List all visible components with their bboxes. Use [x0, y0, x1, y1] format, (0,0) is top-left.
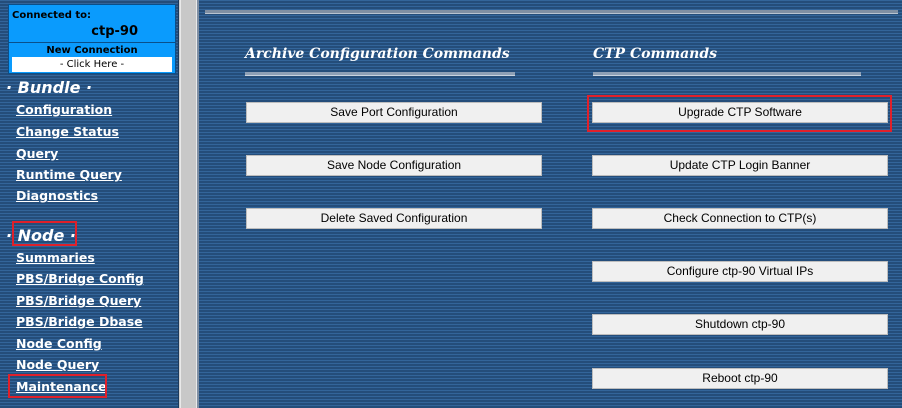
ctp-title-rule	[593, 72, 861, 76]
bundle-header: · Bundle ·	[6, 78, 93, 97]
ctp-commands-title: CTP Commands	[593, 46, 717, 62]
nav-link-pbs-bridge-query[interactable]: PBS/Bridge Query	[16, 293, 141, 308]
save-port-configuration-button[interactable]: Save Port Configuration	[246, 102, 542, 123]
sidebar-scrollbar[interactable]	[179, 0, 198, 408]
nav-link-node-query[interactable]: Node Query	[16, 357, 99, 372]
connection-host: ctp-90	[91, 24, 138, 39]
nav-link-node-config[interactable]: Node Config	[16, 336, 102, 351]
nav-link-configuration[interactable]: Configuration	[16, 102, 112, 117]
nav-link-diagnostics[interactable]: Diagnostics	[16, 188, 98, 203]
top-divider	[205, 10, 898, 14]
node-header-highlight	[12, 221, 77, 246]
nav-link-runtime-query[interactable]: Runtime Query	[16, 167, 122, 182]
update-ctp-login-banner-button[interactable]: Update CTP Login Banner	[592, 155, 888, 176]
connection-panel: Connected to: ctp-90 New Connection - Cl…	[8, 4, 176, 74]
nav-link-change-status[interactable]: Change Status	[16, 124, 119, 139]
check-connection-button[interactable]: Check Connection to CTP(s)	[592, 208, 888, 229]
nav-link-pbs-bridge-dbase[interactable]: PBS/Bridge Dbase	[16, 314, 143, 329]
sidebar: Connected to: ctp-90 New Connection - Cl…	[0, 0, 179, 408]
new-connection-link[interactable]: - Click Here -	[12, 57, 172, 72]
connection-label: Connected to:	[12, 10, 92, 21]
save-node-configuration-button[interactable]: Save Node Configuration	[246, 155, 542, 176]
shutdown-button[interactable]: Shutdown ctp-90	[592, 314, 888, 335]
nav-link-query[interactable]: Query	[16, 146, 58, 161]
new-connection-label: New Connection	[46, 45, 138, 56]
main-panel: Archive Configuration Commands CTP Comma…	[197, 0, 902, 408]
nav-link-pbs-bridge-config[interactable]: PBS/Bridge Config	[16, 271, 144, 286]
reboot-button[interactable]: Reboot ctp-90	[592, 368, 888, 389]
divider	[9, 42, 175, 43]
upgrade-button-highlight	[587, 95, 892, 132]
delete-saved-configuration-button[interactable]: Delete Saved Configuration	[246, 208, 542, 229]
archive-commands-title: Archive Configuration Commands	[245, 46, 510, 62]
scrollbar-thumb[interactable]	[181, 0, 196, 408]
nav-link-summaries[interactable]: Summaries	[16, 250, 95, 265]
archive-title-rule	[245, 72, 515, 76]
maintenance-highlight	[8, 374, 107, 398]
configure-virtual-ips-button[interactable]: Configure ctp-90 Virtual IPs	[592, 261, 888, 282]
